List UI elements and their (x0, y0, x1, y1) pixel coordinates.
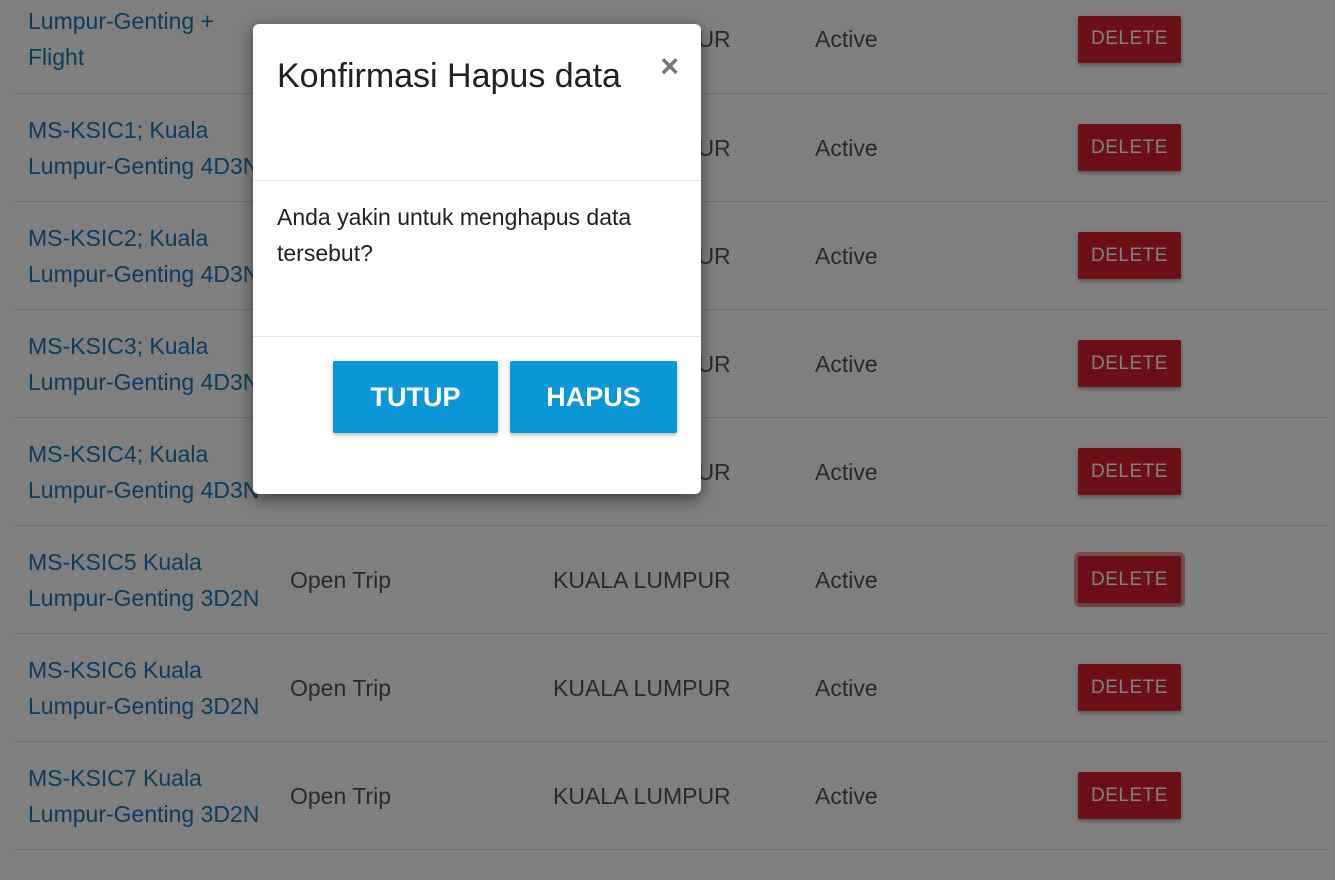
modal-body: Anda yakin untuk menghapus data tersebut… (253, 181, 701, 337)
confirm-delete-dialog: Konfirmasi Hapus data × Anda yakin untuk… (253, 24, 701, 494)
close-icon[interactable]: × (660, 50, 679, 82)
confirm-delete-button[interactable]: HAPUS (510, 361, 677, 433)
modal-footer: TUTUP HAPUS (253, 337, 701, 494)
modal-title: Konfirmasi Hapus data (277, 57, 621, 95)
confirm-message: Anda yakin untuk menghapus data tersebut… (277, 204, 632, 266)
modal-header: Konfirmasi Hapus data × (253, 24, 701, 181)
page: Lumpur-Genting +Flight Open Trip KUALA L… (0, 0, 1335, 880)
close-button[interactable]: TUTUP (333, 361, 498, 433)
